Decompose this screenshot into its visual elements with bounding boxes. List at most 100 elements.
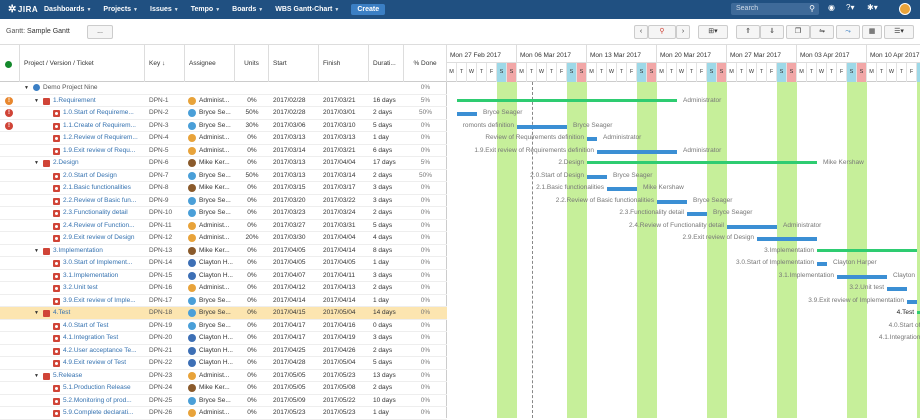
indent-icon[interactable]: ⇑	[736, 25, 760, 39]
table-row[interactable]: 2.1.Basic functionalities DPN-8 0% 2017/03/…	[0, 182, 447, 195]
nav-issues[interactable]: Issues ▼	[150, 6, 179, 13]
header-start[interactable]: Start	[269, 45, 319, 82]
today-marker-icon[interactable]: ⚲	[648, 25, 676, 39]
task-bar[interactable]	[517, 124, 567, 129]
gantt-dropdown[interactable]: ...	[87, 25, 113, 39]
ticket-name[interactable]: 1.1.Create of Requirem...	[63, 120, 143, 132]
summary-bar[interactable]	[817, 248, 917, 252]
expand-toggle-icon[interactable]: ▼	[34, 370, 39, 382]
table-row[interactable]: ! 1.1.Create of Requirem... DPN-3 30% 2017/0…	[0, 120, 447, 132]
scroll-left-icon[interactable]: ‹	[634, 25, 648, 39]
task-bar[interactable]	[757, 237, 817, 241]
task-bar[interactable]	[657, 199, 687, 204]
expand-toggle-icon[interactable]: ▼	[34, 245, 39, 257]
ticket-name[interactable]: 3.1.Implementation	[63, 270, 143, 282]
copy-icon[interactable]: ❐	[786, 25, 810, 39]
ticket-name[interactable]: 3.9.Exit review of Imple...	[63, 295, 143, 307]
header-done[interactable]: % Done	[404, 45, 447, 82]
ticket-name[interactable]: 3.2.Unit test	[63, 282, 143, 294]
table-row[interactable]: ▼ 5.Release DPN-23 0% 2017/05/05 2017/05/23 13…	[0, 370, 447, 382]
table-row[interactable]: 3.0.Start of Implement... DPN-14 0% 2017/04…	[0, 257, 447, 270]
calendar-icon[interactable]: ▦	[862, 25, 882, 39]
table-row[interactable]: 5.1.Production Release DPN-24 0% 2017/05/05…	[0, 382, 447, 395]
expand-toggle-icon[interactable]: ▼	[34, 157, 39, 169]
table-row[interactable]: 1.9.Exit review of Requ... DPN-5 0% 2017/03…	[0, 145, 447, 157]
ticket-name[interactable]: 1.9.Exit review of Requ...	[63, 145, 143, 157]
table-row[interactable]: 4.2.User acceptance Te... DPN-21 0% 2017/04…	[0, 345, 447, 357]
ticket-name[interactable]: 4.2.User acceptance Te...	[63, 345, 143, 357]
nav-projects[interactable]: Projects ▼	[103, 6, 138, 13]
table-row[interactable]: 3.1.Implementation DPN-15 0% 2017/04/07 2017…	[0, 270, 447, 282]
table-row[interactable]: 3.9.Exit review of Imple... DPN-17 0% 2017/…	[0, 295, 447, 307]
ticket-name[interactable]: 5.9.Complete declarati...	[63, 407, 143, 419]
ticket-name[interactable]: Demo Project Nine	[43, 82, 143, 94]
table-row[interactable]: 5.2.Monitoring of prod... DPN-25 0% 2017/05…	[0, 395, 447, 407]
settings-gear-icon[interactable]: ✱▾	[867, 3, 878, 12]
table-row[interactable]: 2.9.Exit review of Design DPN-12 20% 2017/0…	[0, 232, 447, 245]
ticket-name[interactable]: 4.9.Exit review of Test	[63, 357, 143, 369]
task-bar[interactable]	[907, 299, 917, 304]
task-bar[interactable]	[607, 187, 637, 191]
header-duration[interactable]: Durati...	[369, 45, 404, 82]
ticket-name[interactable]: 2.0.Start of Design	[63, 170, 143, 182]
table-row[interactable]: 4.9.Exit review of Test DPN-22 0% 2017/04/2…	[0, 357, 447, 370]
outdent-icon[interactable]: ⇓	[760, 25, 784, 39]
user-avatar[interactable]	[899, 3, 911, 15]
ticket-name[interactable]: 1.Requirement	[53, 95, 143, 107]
project-row[interactable]: ▼ Demo Project Nine 0%	[0, 82, 447, 95]
task-bar[interactable]	[887, 287, 907, 291]
ticket-name[interactable]: 2.2.Review of Basic fun...	[63, 195, 143, 207]
jira-logo[interactable]: ✲ JIRA	[0, 4, 44, 15]
table-row[interactable]: ▼ 2.Design DPN-6 0% 2017/03/13 2017/04/04 17 d…	[0, 157, 447, 170]
table-row[interactable]: ▼ 4.Test DPN-18 0% 2017/04/15 2017/05/04 14 da…	[0, 307, 447, 320]
table-row[interactable]: 3.2.Unit test DPN-16 0% 2017/04/12 2017/04/1…	[0, 282, 447, 295]
critical-path-icon[interactable]: ⤳	[836, 25, 860, 39]
task-bar[interactable]	[837, 274, 887, 279]
menu-icon[interactable]: ☰▾	[884, 25, 914, 39]
table-row[interactable]: 4.0.Start of Test DPN-19 0% 2017/04/17 2017/…	[0, 320, 447, 332]
ticket-name[interactable]: 2.1.Basic functionalities	[63, 182, 143, 194]
nav-wbs-gantt[interactable]: WBS Gantt-Chart ▼	[275, 6, 339, 13]
add-issue-icon[interactable]: ⊞▾	[698, 25, 728, 39]
table-row[interactable]: 2.4.Review of Function... DPN-11 0% 2017/03…	[0, 220, 447, 232]
expand-toggle-icon[interactable]: ▼	[24, 82, 29, 94]
nav-boards[interactable]: Boards ▼	[232, 6, 263, 13]
table-row[interactable]: 2.2.Review of Basic fun... DPN-9 0% 2017/03…	[0, 195, 447, 207]
table-row[interactable]: ! 1.0.Start of Requireme... DPN-2 50% 2017/0…	[0, 107, 447, 120]
nav-tempo[interactable]: Tempo ▼	[191, 6, 220, 13]
ticket-name[interactable]: 1.0.Start of Requireme...	[63, 107, 143, 119]
task-bar[interactable]	[687, 212, 707, 216]
header-project[interactable]: Project / Version / Ticket	[20, 45, 145, 82]
table-row[interactable]: 1.2.Review of Requirem... DPN-4 0% 2017/03/…	[0, 132, 447, 145]
expand-toggle-icon[interactable]: ▼	[34, 95, 39, 107]
table-row[interactable]: 2.3.Functionality detail DPN-10 0% 2017/03/…	[0, 207, 447, 220]
ticket-name[interactable]: 2.9.Exit review of Design	[63, 232, 143, 244]
expand-toggle-icon[interactable]: ▼	[34, 307, 39, 319]
ticket-name[interactable]: 3.Implementation	[53, 245, 143, 257]
create-button[interactable]: Create	[351, 4, 386, 15]
table-row[interactable]: ▼ 3.Implementation DPN-13 0% 2017/04/05 2017/…	[0, 245, 447, 257]
table-row[interactable]: 2.0.Start of Design DPN-7 50% 2017/03/13 201…	[0, 170, 447, 182]
header-finish[interactable]: Finish	[319, 45, 369, 82]
ticket-name[interactable]: 4.1.Integration Test	[63, 332, 143, 344]
ticket-name[interactable]: 5.Release	[53, 370, 143, 382]
summary-bar[interactable]	[587, 161, 817, 164]
search-input[interactable]: Search ⚲	[731, 3, 819, 15]
task-bar[interactable]	[727, 224, 777, 229]
ticket-name[interactable]: 3.0.Start of Implement...	[63, 257, 143, 269]
nav-dashboards[interactable]: Dashboards ▼	[44, 6, 91, 13]
header-assignee[interactable]: Assignee	[185, 45, 235, 82]
task-bar[interactable]	[457, 112, 477, 116]
summary-bar[interactable]	[457, 98, 677, 102]
ticket-name[interactable]: 4.Test	[53, 307, 143, 319]
header-key[interactable]: Key ↓	[145, 45, 185, 82]
ticket-name[interactable]: 2.4.Review of Function...	[63, 220, 143, 232]
task-bar[interactable]	[587, 174, 607, 179]
scroll-right-icon[interactable]: ›	[676, 25, 690, 39]
ticket-name[interactable]: 5.2.Monitoring of prod...	[63, 395, 143, 407]
notifications-icon[interactable]: ◉	[828, 3, 835, 12]
table-row[interactable]: ! ▼ 1.Requirement DPN-1 0% 2017/02/28 2017/03/…	[0, 95, 447, 107]
ticket-name[interactable]: 2.Design	[53, 157, 143, 169]
header-units[interactable]: Units	[235, 45, 269, 82]
link-icon[interactable]: ⇋	[810, 25, 834, 39]
